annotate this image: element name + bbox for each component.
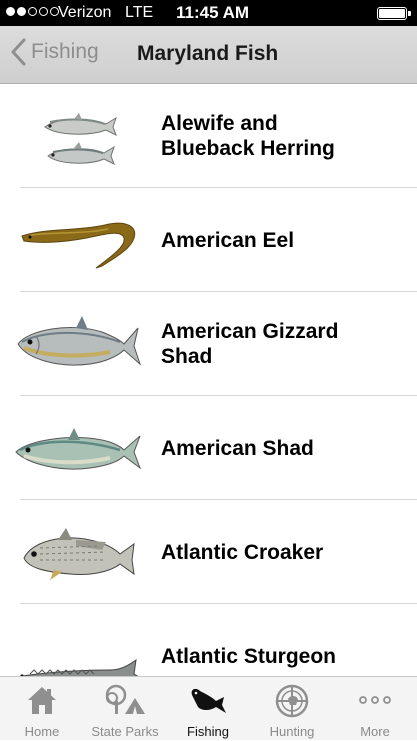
- croaker-image: [10, 500, 145, 604]
- tab-label: Hunting: [269, 724, 315, 739]
- list-item[interactable]: Atlantic Sturgeon: [0, 604, 417, 678]
- more-dots-icon: [359, 696, 391, 704]
- carrier-name: Verizon: [58, 4, 112, 21]
- tab-more[interactable]: More: [333, 677, 417, 741]
- tab-label: More: [360, 724, 390, 739]
- american-shad-image: [10, 396, 145, 500]
- chevron-left-icon: [11, 38, 26, 66]
- list-item[interactable]: American Shad: [0, 396, 417, 500]
- navigation-bar: Fishing Maryland Fish: [0, 26, 417, 84]
- fish-list[interactable]: Alewife and Blueback Herring American Ee…: [0, 84, 417, 678]
- back-button[interactable]: Fishing: [10, 38, 99, 66]
- list-item[interactable]: American Eel: [0, 188, 417, 292]
- sturgeon-image: [10, 604, 145, 678]
- battery-icon: [377, 7, 411, 20]
- fish-icon: [191, 688, 226, 713]
- tab-bar: Home State Parks Fishing Hunting More: [0, 676, 417, 740]
- page-title: Maryland Fish: [137, 42, 279, 65]
- signal-strength-icon: [6, 7, 59, 16]
- tree-tent-icon: [105, 684, 145, 714]
- tab-fishing[interactable]: Fishing: [166, 677, 250, 741]
- tab-label: Fishing: [187, 724, 229, 739]
- tab-home[interactable]: Home: [0, 677, 84, 741]
- fish-name: American Gizzard Shad: [161, 320, 339, 368]
- fish-name: Atlantic Croaker: [161, 540, 324, 564]
- list-item[interactable]: American Gizzard Shad: [0, 292, 417, 396]
- status-bar: Verizon LTE 11:45 AM: [0, 0, 417, 26]
- network-type: LTE: [125, 4, 154, 21]
- tab-hunting[interactable]: Hunting: [250, 677, 334, 741]
- back-button-label: Fishing: [31, 40, 99, 63]
- fish-name: Atlantic Sturgeon: [161, 644, 337, 668]
- tab-label: State Parks: [91, 724, 159, 739]
- crosshair-icon: [275, 684, 309, 718]
- eel-image: [10, 188, 145, 292]
- tab-state-parks[interactable]: State Parks: [83, 677, 167, 741]
- list-item[interactable]: Atlantic Croaker: [0, 500, 417, 604]
- gizzard-shad-image: [10, 292, 145, 396]
- fish-name: Alewife and Blueback Herring: [161, 112, 335, 160]
- list-item[interactable]: Alewife and Blueback Herring: [0, 84, 417, 188]
- fish-name: American Eel: [161, 228, 295, 252]
- status-time: 11:45 AM: [176, 3, 250, 22]
- house-icon: [28, 687, 56, 714]
- tab-label: Home: [24, 724, 60, 739]
- fish-name: American Shad: [161, 436, 314, 460]
- herring-image: [10, 84, 145, 188]
